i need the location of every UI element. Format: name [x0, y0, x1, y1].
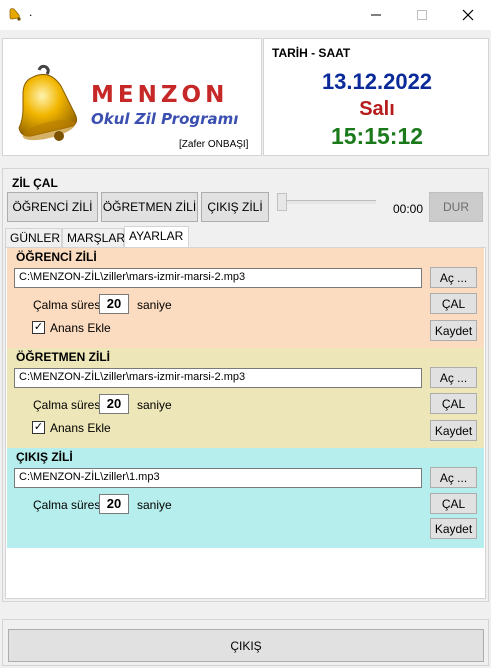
- student-anthem-label: Anans Ekle: [50, 321, 111, 335]
- teacher-duration-label: Çalma süresi:: [33, 398, 107, 412]
- playback-slider-thumb[interactable]: [277, 193, 287, 211]
- teacher-play-button[interactable]: ÇAL: [430, 393, 477, 414]
- window-title: .: [29, 5, 33, 19]
- exit-bell-path-input[interactable]: C:\MENZON-ZİL\ziller\1.mp3: [14, 468, 422, 488]
- close-button[interactable]: [445, 0, 491, 30]
- student-bell-settings: ÖĞRENCİ ZİLİ C:\MENZON-ZİL\ziller\mars-i…: [7, 248, 484, 348]
- student-bell-path-input[interactable]: C:\MENZON-ZİL\ziller\mars-izmir-marsi-2.…: [14, 268, 422, 288]
- student-browse-button[interactable]: Aç ...: [430, 267, 477, 288]
- exit-browse-button[interactable]: Aç ...: [430, 467, 477, 488]
- playback-track[interactable]: [278, 200, 376, 204]
- exit-bell-settings: ÇIKIŞ ZİLİ C:\MENZON-ZİL\ziller\1.mp3 Aç…: [7, 448, 484, 548]
- time-display: 15:15:12: [330, 123, 424, 149]
- exit-save-button[interactable]: Kaydet: [430, 518, 477, 539]
- check-icon: ✓: [33, 421, 44, 433]
- teacher-duration-unit: saniye: [137, 398, 172, 412]
- logo-subtitle: Okul Zil Programı: [91, 110, 239, 128]
- exit-duration-unit: saniye: [137, 498, 172, 512]
- teacher-anthem-label: Anans Ekle: [50, 421, 111, 435]
- student-bell-title: ÖĞRENCİ ZİLİ: [16, 250, 97, 264]
- student-duration-input[interactable]: 20: [99, 294, 129, 314]
- teacher-bell-path-input[interactable]: C:\MENZON-ZİL\ziller\mars-izmir-marsi-2.…: [14, 368, 422, 388]
- tab-ayarlar[interactable]: AYARLAR: [124, 226, 189, 248]
- bell-icon: [9, 64, 89, 144]
- date-display: 13.12.2022: [321, 69, 433, 94]
- check-icon: ✓: [33, 321, 44, 333]
- teacher-save-button[interactable]: Kaydet: [430, 420, 477, 441]
- tab-gunler[interactable]: GÜNLER: [5, 228, 62, 247]
- exit-bell-button[interactable]: ÇIKIŞ ZİLİ: [201, 192, 269, 222]
- exit-play-button[interactable]: ÇAL: [430, 493, 477, 514]
- ring-section-label: ZİL ÇAL: [12, 176, 58, 190]
- teacher-bell-settings: ÖĞRETMEN ZİLİ C:\MENZON-ZİL\ziller\mars-…: [7, 348, 484, 448]
- student-bell-button[interactable]: ÖĞRENCİ ZİLİ: [7, 192, 98, 222]
- exit-duration-input[interactable]: 20: [99, 494, 129, 514]
- student-duration-unit: saniye: [137, 298, 172, 312]
- minimize-button[interactable]: [353, 0, 399, 30]
- teacher-bell-title: ÖĞRETMEN ZİLİ: [16, 350, 110, 364]
- logo-author: [Zafer ONBAŞI]: [179, 139, 249, 150]
- teacher-duration-input[interactable]: 20: [99, 394, 129, 414]
- exit-duration-label: Çalma süresi:: [33, 498, 107, 512]
- maximize-button[interactable]: [399, 0, 445, 30]
- teacher-bell-button[interactable]: ÖĞRETMEN ZİLİ: [101, 192, 198, 222]
- datetime-panel: TARİH - SAAT 13.12.2022 Salı 15:15:12: [263, 38, 489, 156]
- stop-button[interactable]: DUR: [429, 192, 483, 222]
- student-play-button[interactable]: ÇAL: [430, 293, 477, 314]
- datetime-title: TARİH - SAAT: [272, 46, 351, 60]
- exit-bell-title: ÇIKIŞ ZİLİ: [16, 450, 73, 464]
- exit-app-button[interactable]: ÇIKIŞ: [8, 629, 484, 662]
- title-bar: .: [0, 0, 491, 30]
- day-display: Salı: [359, 98, 395, 120]
- bell-app-icon: [7, 6, 23, 22]
- logo-title: MENZON: [91, 82, 229, 108]
- playback-time: 00:00: [393, 202, 424, 216]
- student-save-button[interactable]: Kaydet: [430, 320, 477, 341]
- logo-panel: MENZON Okul Zil Programı [Zafer ONBAŞI]: [2, 38, 262, 156]
- tab-marslar[interactable]: MARŞLAR: [62, 228, 125, 247]
- student-anthem-checkbox[interactable]: ✓: [32, 321, 45, 334]
- teacher-anthem-checkbox[interactable]: ✓: [32, 421, 45, 434]
- teacher-browse-button[interactable]: Aç ...: [430, 367, 477, 388]
- student-duration-label: Çalma süresi:: [33, 298, 107, 312]
